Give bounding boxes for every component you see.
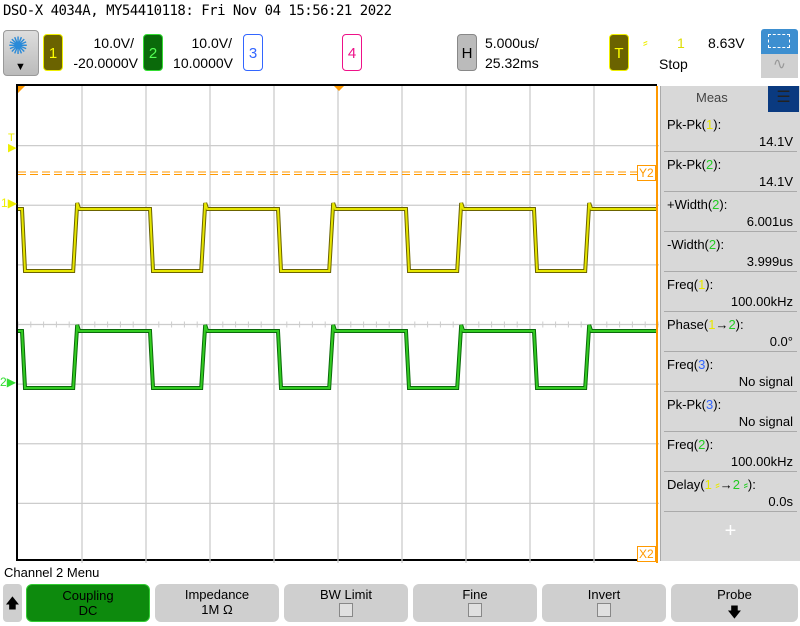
coupling-softkey[interactable]: Coupling DC — [26, 584, 150, 622]
measurement-item[interactable]: +Width(2): 6.001us — [664, 192, 797, 232]
arrow-up-icon: 🡅 — [5, 595, 20, 611]
x1-cursor-marker — [18, 86, 25, 93]
ch1-scale: 10.0V/ — [93, 35, 134, 51]
impedance-label: Impedance — [184, 587, 250, 602]
selection-box-icon — [768, 34, 790, 48]
rising-edge-icon: ⸗ — [643, 34, 648, 50]
measurement-name: Pk-Pk(2): — [667, 157, 722, 172]
measurement-name: Delay(1 ⸗→2 ⸗): — [667, 477, 756, 492]
measurement-value: 100.00kHz — [730, 454, 793, 469]
trigger-level-marker[interactable]: T ▶ — [8, 132, 16, 154]
bw-limit-softkey[interactable]: BW Limit — [284, 584, 408, 622]
horizontal-position: 25.32ms — [485, 55, 539, 71]
ch1-marker-label: 1 — [1, 196, 8, 210]
measurement-item[interactable]: Pk-Pk(3): No signal — [664, 392, 797, 432]
window-title: DSO-X 4034A, MY54410118: Fri Nov 04 15:5… — [3, 3, 392, 19]
measurement-item[interactable]: Freq(3): No signal — [664, 352, 797, 392]
measurement-name: Freq(1): — [667, 277, 714, 292]
trigger-position-marker — [334, 86, 344, 91]
measurement-item[interactable]: Pk-Pk(2): 14.1V — [664, 152, 797, 192]
measurement-name: Pk-Pk(3): — [667, 397, 722, 412]
waveform-display[interactable] — [16, 84, 659, 563]
measurement-value: No signal — [738, 414, 793, 429]
ch2-scale: 10.0V/ — [191, 35, 232, 51]
horizontal-button[interactable]: H — [457, 34, 477, 71]
measurement-item[interactable]: Pk-Pk(1): 14.1V — [664, 112, 797, 152]
ch1-trace — [18, 202, 656, 272]
invert-softkey[interactable]: Invert — [542, 584, 666, 622]
trigger-level: 8.63V — [708, 35, 745, 51]
bw-limit-checkbox[interactable] — [339, 603, 353, 617]
trigger-marker-label: T — [8, 132, 15, 144]
y2-cursor-label[interactable]: Y2 — [637, 165, 656, 181]
main-menu-button[interactable]: ✺ ▼ — [3, 30, 39, 76]
ch2-trace — [18, 324, 656, 389]
measurement-item[interactable]: Phase(1→2): 0.0° — [664, 312, 797, 352]
measurement-name: Freq(2): — [667, 437, 714, 452]
coupling-label: Coupling — [62, 588, 114, 603]
channel-4-button[interactable]: 4 — [342, 34, 362, 71]
probe-label: Probe — [717, 587, 752, 602]
touch-draw-button[interactable]: ∿ — [761, 54, 798, 78]
measurement-item[interactable]: Delay(1 ⸗→2 ⸗): 0.0s — [664, 472, 797, 512]
measurement-value: 6.001us — [746, 214, 793, 229]
trigger-button[interactable]: T — [609, 34, 629, 71]
ch1-ground-marker[interactable]: 1▶ — [1, 196, 17, 210]
softkey-menu-title: Channel 2 Menu — [4, 565, 100, 580]
waveform-canvas — [18, 86, 659, 563]
measurements-panel: Meas ☰ Pk-Pk(1): 14.1V Pk-Pk(2): 14.1V +Width… — [660, 86, 800, 561]
coupling-value: DC — [78, 603, 98, 618]
meas-tab[interactable]: Meas ☰ — [661, 86, 800, 112]
impedance-value: 1M Ω — [201, 602, 233, 617]
meas-title: Meas — [696, 90, 728, 105]
acquisition-status: Stop — [659, 56, 688, 72]
measurement-value: No signal — [738, 374, 793, 389]
back-button[interactable]: 🡅 — [3, 584, 22, 622]
fine-label: Fine — [462, 587, 488, 602]
ch2-marker-label: 2 — [0, 375, 7, 389]
keysight-logo-icon: ✺ — [8, 33, 29, 60]
bw-limit-label: BW Limit — [320, 587, 372, 602]
arrow-down-icon: 🡇 — [727, 604, 742, 620]
ch2-ground-marker[interactable]: 2▶ — [0, 375, 16, 389]
panel-menu-icon[interactable]: ☰ — [768, 86, 799, 112]
ch2-offset: 10.0000V — [173, 55, 233, 71]
fine-softkey[interactable]: Fine — [413, 584, 537, 622]
timebase-scale: 5.000us/ — [485, 35, 539, 51]
chevron-down-icon: ▼ — [15, 61, 26, 73]
measurement-value: 3.999us — [746, 254, 793, 269]
measurement-value: 0.0° — [769, 334, 793, 349]
measurement-name: Pk-Pk(1): — [667, 117, 722, 132]
measurement-item[interactable]: Freq(1): 100.00kHz — [664, 272, 797, 312]
measurement-name: -Width(2): — [667, 237, 725, 252]
measurement-value: 100.00kHz — [730, 294, 793, 309]
waveform-icon: ∿ — [772, 56, 787, 73]
measurement-value: 0.0s — [768, 494, 793, 509]
measurement-item[interactable]: Freq(2): 100.00kHz — [664, 432, 797, 472]
zoom-select-button[interactable] — [761, 29, 798, 54]
measurement-name: +Width(2): — [667, 197, 728, 212]
fine-checkbox[interactable] — [468, 603, 482, 617]
ch1-trace-shadow — [18, 202, 656, 273]
ch1-offset: -20.0000V — [73, 55, 138, 71]
channel-3-button[interactable]: 3 — [243, 34, 263, 71]
trigger-source: 1 — [677, 35, 685, 51]
impedance-softkey[interactable]: Impedance 1M Ω — [155, 584, 279, 622]
measurement-value: 14.1V — [759, 174, 793, 189]
measurement-name: Phase(1→2): — [667, 317, 744, 332]
invert-label: Invert — [587, 587, 621, 602]
measurement-item[interactable]: -Width(2): 3.999us — [664, 232, 797, 272]
probe-softkey[interactable]: Probe 🡇 — [671, 584, 798, 622]
x2-cursor-label[interactable]: X2 — [637, 546, 656, 562]
ch2-trace-shadow — [18, 324, 656, 390]
invert-checkbox[interactable] — [597, 603, 611, 617]
measurement-name: Freq(3): — [667, 357, 714, 372]
measurement-value: 14.1V — [759, 134, 793, 149]
add-measurement-button[interactable]: + — [661, 520, 800, 543]
